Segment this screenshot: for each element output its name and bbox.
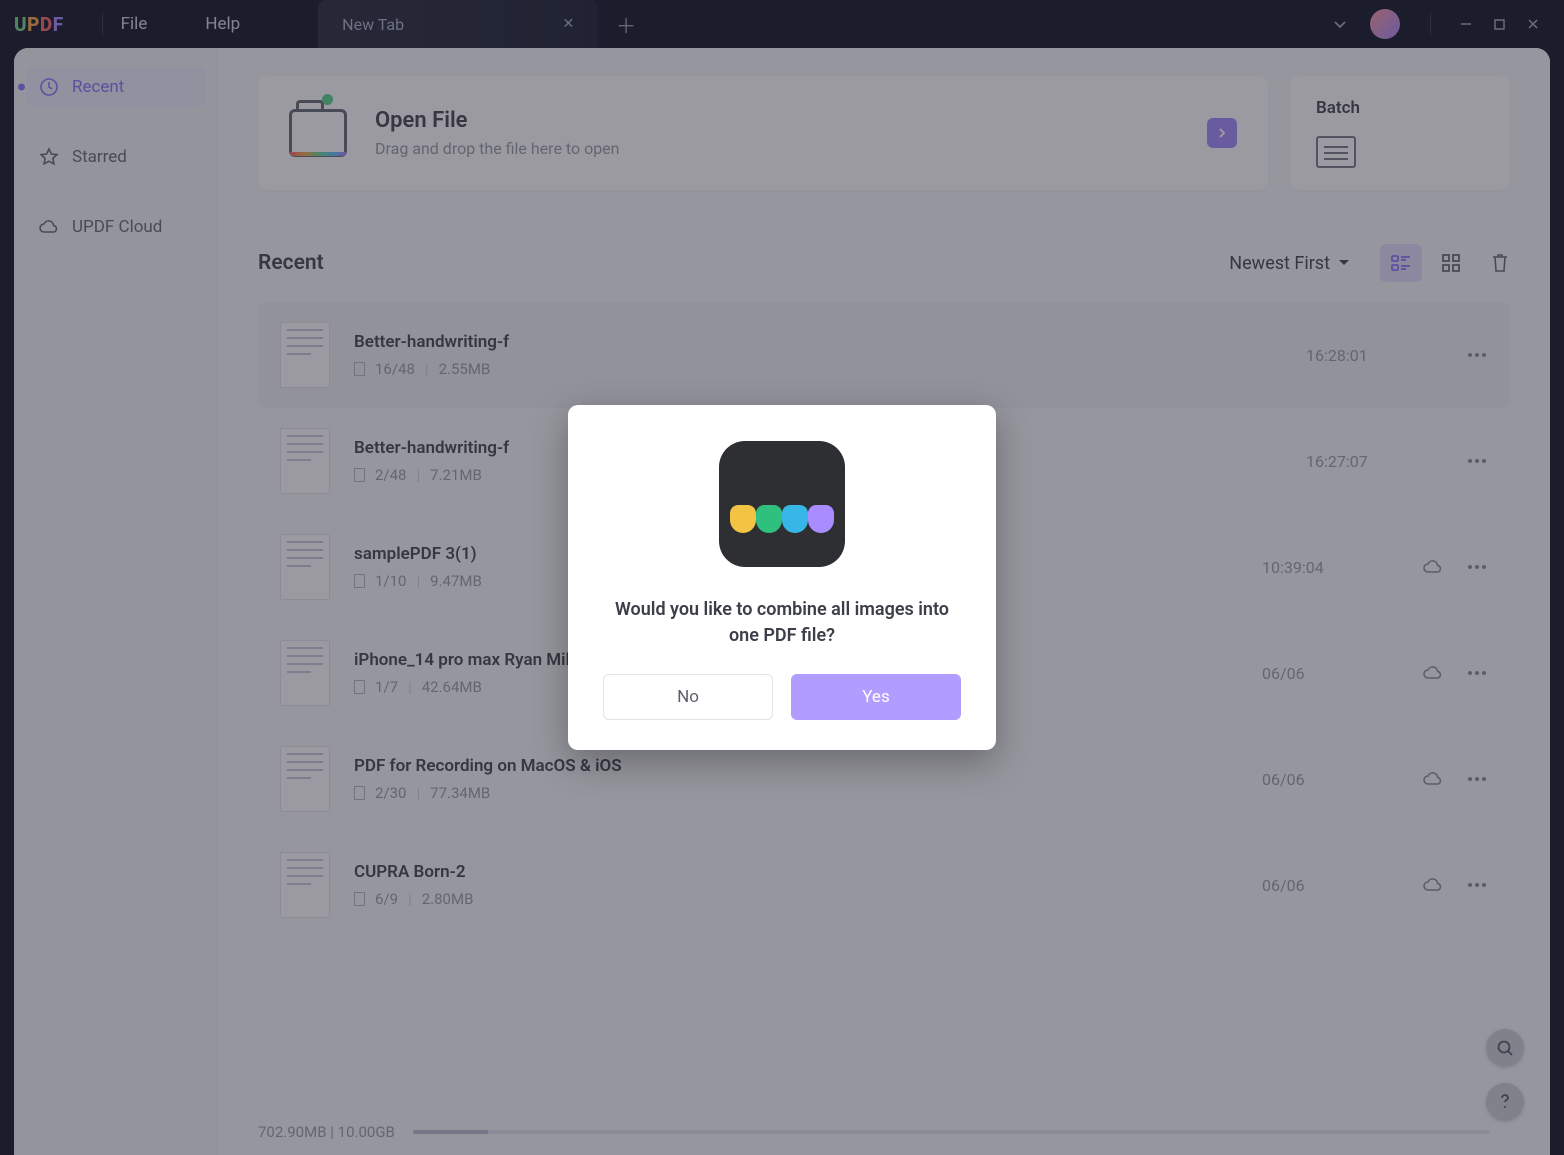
dialog-no-button[interactable]: No — [603, 674, 773, 720]
modal-overlay: Would you like to combine all images int… — [0, 0, 1564, 1155]
dialog-yes-button[interactable]: Yes — [791, 674, 961, 720]
dialog-app-icon — [719, 441, 845, 567]
combine-images-dialog: Would you like to combine all images int… — [568, 405, 996, 749]
dialog-message: Would you like to combine all images int… — [596, 597, 968, 647]
